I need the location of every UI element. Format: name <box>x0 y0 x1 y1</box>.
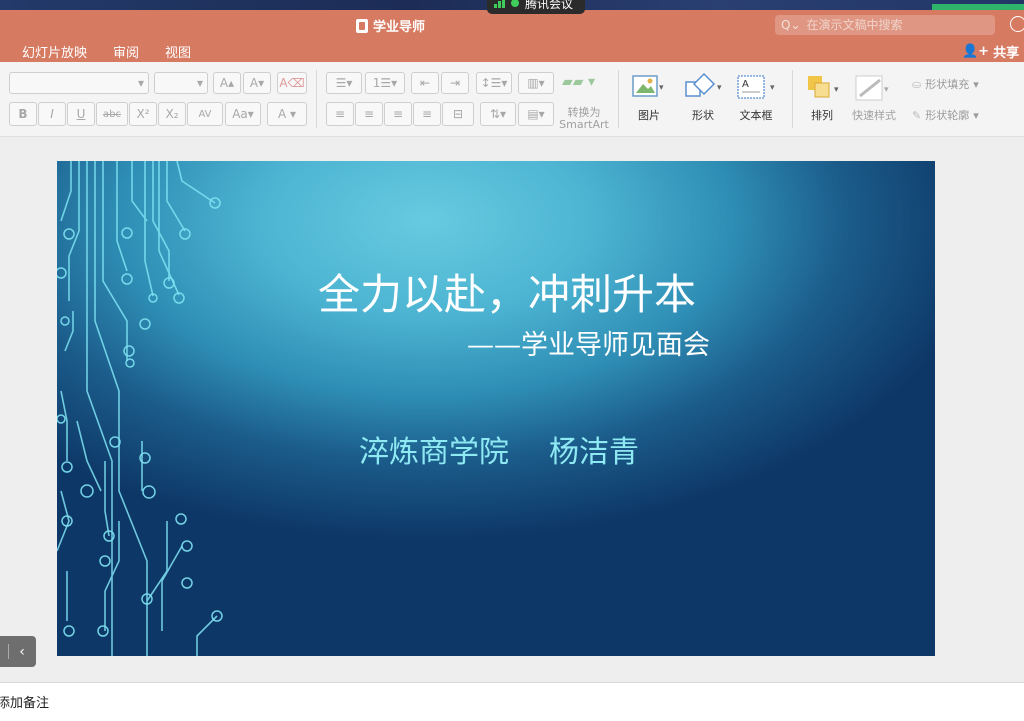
ribbon-toolbar: ▾ ▾ A▴ A▾ A⌫ B I U abc X² X₂ AV Aa▾ A ▾ … <box>0 62 1024 137</box>
search-box[interactable]: Q⌄ <box>775 15 995 35</box>
window-title: 学业导师 <box>356 16 425 35</box>
add-person-icon: 👤+ <box>962 44 990 59</box>
circuit-decoration <box>57 161 223 656</box>
columns-icon[interactable]: ▥▾ <box>518 72 554 94</box>
subscript-button[interactable]: X₂ <box>158 102 186 126</box>
chevron-left-icon: ‹ <box>19 643 25 660</box>
svg-text:▾: ▾ <box>884 85 889 95</box>
slide-author-line[interactable]: 淬炼商学院 杨洁青 <box>359 427 679 471</box>
strikethrough-button[interactable]: abc <box>96 102 128 126</box>
window-title-text: 学业导师 <box>373 20 426 35</box>
font-name-select[interactable]: ▾ <box>9 72 149 94</box>
font-color-button[interactable]: A ▾ <box>267 102 307 126</box>
shape-outline-button[interactable]: ✎ 形状轮廓 ▾ <box>912 107 992 123</box>
feedback-smile-icon[interactable] <box>1010 16 1024 32</box>
line-spacing-icon[interactable]: ↕☰▾ <box>476 72 512 94</box>
justify-icon[interactable]: ≡ <box>413 102 441 126</box>
character-spacing-button[interactable]: AV <box>187 102 223 126</box>
superscript-button[interactable]: X² <box>129 102 157 126</box>
meeting-label: 腾讯会议 <box>525 0 574 11</box>
svg-text:▾: ▾ <box>834 85 839 95</box>
picture-icon[interactable]: ▾ <box>632 74 666 100</box>
picture-label[interactable]: 图片 <box>632 107 666 123</box>
menu-bar: 幻灯片放映 审阅 视图 <box>22 42 191 61</box>
divider <box>618 70 619 128</box>
notes-pane[interactable]: 添加备注 <box>0 682 1024 721</box>
shrink-font-button[interactable]: A▾ <box>243 72 271 94</box>
align-center-icon[interactable]: ≡ <box>355 102 383 126</box>
arrange-label[interactable]: 排列 <box>806 107 838 123</box>
mic-status-icon <box>511 0 519 7</box>
menu-slideshow[interactable]: 幻灯片放映 <box>22 42 87 61</box>
slide-author: 杨洁青 <box>549 435 639 470</box>
divider <box>792 70 793 128</box>
search-input[interactable] <box>806 18 987 32</box>
powerpoint-icon <box>356 18 368 33</box>
slide-title[interactable]: 全力以赴，冲刺升本 <box>57 261 935 322</box>
text-direction-icon[interactable]: ⇅▾ <box>480 102 516 126</box>
slide[interactable]: 全力以赴，冲刺升本 ——学业导师见面会 淬炼商学院 杨洁青 <box>57 161 935 656</box>
collapse-thumbnails-button[interactable]: ‹ <box>0 636 36 667</box>
numbering-icon[interactable]: 1☰▾ <box>365 72 405 94</box>
meeting-indicator[interactable]: 腾讯会议 <box>487 0 585 14</box>
align-right-icon[interactable]: ≡ <box>384 102 412 126</box>
shape-outline-label: 形状轮廓 <box>925 109 970 122</box>
quick-styles-icon[interactable]: ▾ <box>854 74 894 102</box>
font-size-select[interactable]: ▾ <box>154 72 208 94</box>
smartart-icon[interactable]: ▰▰ ▾ <box>562 74 602 94</box>
bullets-icon[interactable]: ☰▾ <box>326 72 362 94</box>
font-color-label: A <box>277 107 287 121</box>
quick-styles-label[interactable]: 快速样式 <box>848 107 900 123</box>
svg-text:▾: ▾ <box>770 83 775 93</box>
clear-format-icon[interactable]: A⌫ <box>277 72 307 94</box>
shape-fill-button[interactable]: ⛀ 形状填充 ▾ <box>912 76 992 92</box>
arrange-icon[interactable]: ▾ <box>806 74 842 102</box>
menu-view[interactable]: 视图 <box>165 42 191 61</box>
notes-placeholder: 添加备注 <box>0 696 50 711</box>
distribute-icon[interactable]: ⊟ <box>442 102 474 126</box>
shape-label[interactable]: 形状 <box>684 107 722 123</box>
underline-button[interactable]: U <box>67 102 95 126</box>
shape-fill-label: 形状填充 <box>925 78 970 91</box>
slide-subtitle[interactable]: ——学业导师见面会 <box>467 323 710 362</box>
divider <box>316 70 317 128</box>
paint-bucket-icon: ⛀ <box>912 77 922 91</box>
slide-org: 淬炼商学院 <box>359 435 509 470</box>
textbox-label[interactable]: 文本框 <box>736 107 776 123</box>
menu-review[interactable]: 审阅 <box>113 42 139 61</box>
italic-button[interactable]: I <box>38 102 66 126</box>
decrease-indent-icon[interactable]: ⇤ <box>411 72 439 94</box>
share-button[interactable]: 👤+ 共享 <box>962 42 1019 61</box>
svg-text:▾: ▾ <box>659 83 664 93</box>
share-label: 共享 <box>993 46 1020 61</box>
pen-icon: ✎ <box>912 108 922 122</box>
bold-button[interactable]: B <box>9 102 37 126</box>
textbox-icon[interactable]: A ▾ <box>736 72 780 102</box>
align-text-icon[interactable]: ▤▾ <box>518 102 554 126</box>
increase-indent-icon[interactable]: ⇥ <box>441 72 469 94</box>
align-left-icon[interactable]: ≡ <box>326 102 354 126</box>
search-icon[interactable]: Q⌄ <box>781 18 801 32</box>
shape-icon[interactable]: ▾ <box>684 72 724 102</box>
convert-smartart-label[interactable]: 转换为 SmartArt <box>558 107 610 131</box>
grow-font-button[interactable]: A▴ <box>213 72 241 94</box>
change-case-icon[interactable]: Aa▾ <box>225 102 261 126</box>
signal-icon <box>494 0 505 8</box>
svg-text:A: A <box>742 79 749 90</box>
svg-text:▾: ▾ <box>717 83 722 93</box>
